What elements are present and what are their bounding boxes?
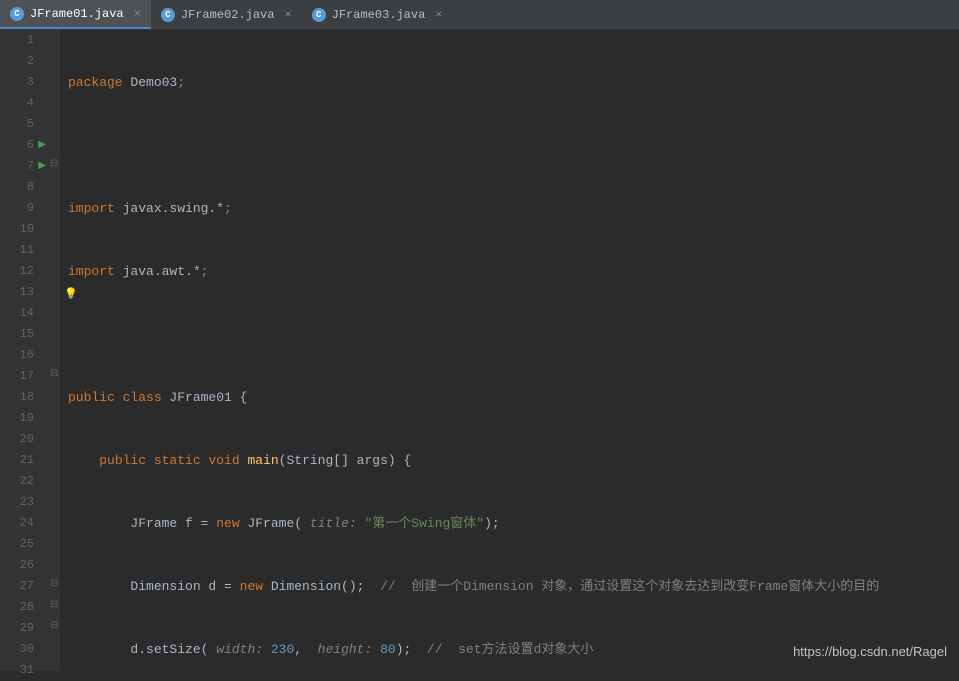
- line-number: 12: [0, 261, 34, 282]
- watermark-text: https://blog.csdn.net/Ragel: [793, 644, 947, 659]
- close-icon[interactable]: ×: [134, 7, 141, 21]
- tab-jframe02[interactable]: C JFrame02.java ×: [151, 0, 302, 29]
- editor-tabs: C JFrame01.java × C JFrame02.java × C JF…: [0, 0, 959, 30]
- run-gutter-icon[interactable]: ▶: [38, 135, 46, 156]
- tab-label: JFrame03.java: [332, 8, 426, 22]
- line-number: 20: [0, 429, 34, 450]
- line-number: 25: [0, 534, 34, 555]
- line-number: 6: [0, 135, 34, 156]
- line-number: 21: [0, 450, 34, 471]
- line-number: 11: [0, 240, 34, 261]
- tab-jframe03[interactable]: C JFrame03.java ×: [302, 0, 453, 29]
- line-number: 14: [0, 303, 34, 324]
- close-icon[interactable]: ×: [284, 8, 291, 22]
- line-number: 28: [0, 597, 34, 618]
- line-number: 16: [0, 345, 34, 366]
- fold-icon[interactable]: ⊟: [50, 368, 58, 380]
- line-number: 27: [0, 576, 34, 597]
- java-class-icon: C: [161, 8, 175, 22]
- line-number: 30: [0, 639, 34, 660]
- fold-gutter: ⊟ ⊟ ⊟ ⊟ ⊟: [48, 30, 60, 671]
- line-number-gutter: 1 2 3 4 5 6 7 8 9 10 11 12 13 14 15 16 1…: [0, 30, 48, 671]
- line-number: 24: [0, 513, 34, 534]
- fold-icon[interactable]: ⊟: [50, 158, 58, 170]
- fold-icon[interactable]: ⊟: [50, 599, 58, 611]
- line-number: 13: [0, 282, 34, 303]
- java-class-icon: C: [10, 7, 24, 21]
- intention-bulb-icon[interactable]: 💡: [64, 285, 78, 306]
- tab-jframe01[interactable]: C JFrame01.java ×: [0, 0, 151, 29]
- line-number: 10: [0, 219, 34, 240]
- line-number: 8: [0, 177, 34, 198]
- line-number: 9: [0, 198, 34, 219]
- java-class-icon: C: [312, 8, 326, 22]
- line-number: 1: [0, 30, 34, 51]
- line-number: 23: [0, 492, 34, 513]
- line-number: 18: [0, 387, 34, 408]
- run-gutter-icon[interactable]: ▶: [38, 156, 46, 177]
- line-number: 17: [0, 366, 34, 387]
- line-number: 3: [0, 72, 34, 93]
- line-number: 5: [0, 114, 34, 135]
- line-number: 22: [0, 471, 34, 492]
- close-icon[interactable]: ×: [435, 8, 442, 22]
- tab-label: JFrame01.java: [30, 7, 124, 21]
- line-number: 19: [0, 408, 34, 429]
- editor-area: 1 2 3 4 5 6 7 8 9 10 11 12 13 14 15 16 1…: [0, 30, 959, 671]
- line-number: 26: [0, 555, 34, 576]
- code-editor[interactable]: package Demo03; import javax.swing.*; im…: [60, 30, 959, 671]
- tab-label: JFrame02.java: [181, 8, 275, 22]
- line-number: 29: [0, 618, 34, 639]
- line-number: 15: [0, 324, 34, 345]
- line-number: 4: [0, 93, 34, 114]
- fold-icon[interactable]: ⊟: [50, 620, 58, 632]
- line-number: 7: [0, 156, 34, 177]
- line-number: 2: [0, 51, 34, 72]
- fold-icon[interactable]: ⊟: [50, 578, 58, 590]
